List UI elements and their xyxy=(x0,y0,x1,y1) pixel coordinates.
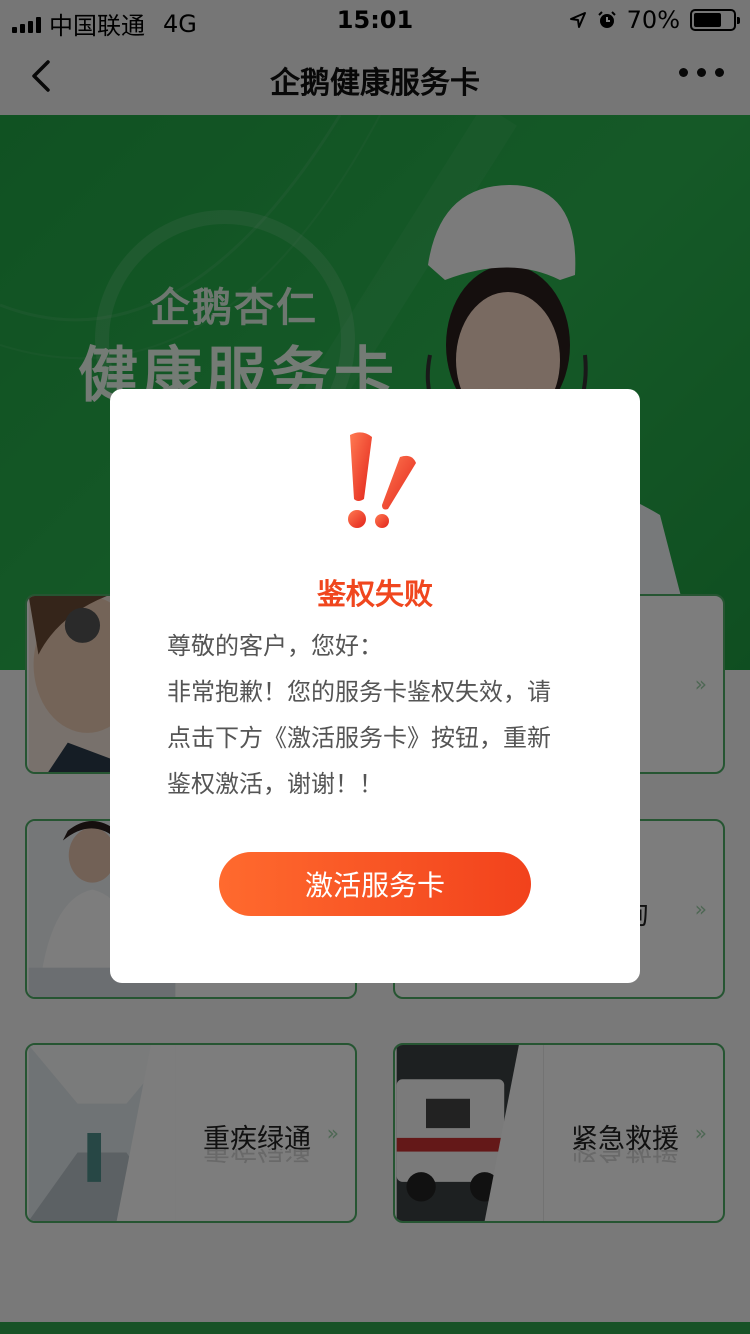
dialog-message: 尊敬的客户，您好： 非常抱歉！您的服务卡鉴权失效，请 点击下方《激活服务卡》按钮… xyxy=(167,623,587,807)
dialog-title: 鉴权失败 xyxy=(316,577,433,611)
message-line: 非常抱歉！您的服务卡鉴权失效，请 xyxy=(167,678,551,706)
auth-failed-dialog: 鉴权失败 尊敬的客户，您好： 非常抱歉！您的服务卡鉴权失效，请 点击下方《激活服… xyxy=(110,389,640,983)
exclamation-icon xyxy=(348,432,416,528)
activate-card-button[interactable]: 激活服务卡 xyxy=(219,852,531,916)
message-line: 点击下方《激活服务卡》按钮，重新 xyxy=(167,724,551,752)
message-line: 鉴权激活，谢谢！！ xyxy=(167,770,383,798)
message-line: 尊敬的客户，您好： xyxy=(167,632,383,660)
